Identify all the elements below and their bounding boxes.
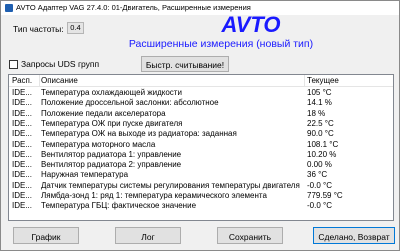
- frequency-type-label: Тип частоты:: [13, 24, 64, 34]
- table-row[interactable]: IDE... Вентилятор радиатора 1: управление…: [9, 150, 393, 160]
- measurements-window: AVTO Адаптер VAG 27.4.0: 01-Двигатель, Р…: [0, 0, 400, 251]
- frequency-type-value: 0.4: [67, 22, 84, 34]
- row-address: IDE...: [12, 149, 33, 159]
- table-row[interactable]: IDE... Наружная температура 36 °C: [9, 170, 393, 180]
- row-description: Вентилятор радиатора 1: управление: [41, 149, 182, 159]
- table-row[interactable]: IDE... Датчик температуры системы регулир…: [9, 181, 393, 191]
- row-description: Положение дроссельной заслонки: абсолютн…: [41, 98, 219, 108]
- done-return-button[interactable]: Сделано, Возврат: [313, 227, 395, 244]
- row-description: Температура ГБЦ: фактическое значение: [41, 201, 197, 211]
- row-value: 779.59 °C: [307, 191, 343, 200]
- app-title: AVTO: [221, 12, 281, 37]
- table-header: Расп. Описание Текущее: [9, 75, 393, 87]
- row-address: IDE...: [12, 139, 33, 149]
- row-description: Лямбда-зонд 1: ряд 1: температура керами…: [41, 191, 267, 200]
- column-header-addr[interactable]: Расп.: [12, 76, 32, 86]
- table-row[interactable]: IDE... Положение педали акселератора 18 %: [9, 109, 393, 119]
- table-row[interactable]: IDE... Температура ОЖ на выходе из радиат…: [9, 129, 393, 139]
- graph-button[interactable]: График: [13, 227, 79, 244]
- row-value: -0.0 °C: [307, 180, 332, 190]
- row-description: Температура ОЖ на выходе из радиатора: з…: [41, 129, 237, 139]
- column-divider[interactable]: [304, 75, 305, 87]
- column-divider[interactable]: [39, 75, 40, 87]
- row-address: IDE...: [12, 118, 33, 128]
- uds-requests-label[interactable]: Запросы UDS групп: [21, 59, 99, 70]
- row-address: IDE...: [12, 129, 33, 139]
- row-address: IDE...: [12, 88, 33, 97]
- measurements-table: Расп. Описание Текущее IDE... Температура…: [8, 74, 394, 221]
- row-description: Температура ОЖ при пуске двигателя: [41, 118, 183, 128]
- row-value: 10.20 %: [307, 149, 337, 159]
- row-value: 18 %: [307, 108, 326, 118]
- row-value: -0.0 °C: [307, 201, 332, 211]
- row-address: IDE...: [12, 98, 33, 108]
- row-description: Наружная температура: [41, 170, 129, 180]
- save-button[interactable]: Сохранить: [217, 227, 283, 244]
- row-value: 105 °C: [307, 88, 332, 97]
- app-icon: [5, 4, 13, 12]
- row-value: 0.00 %: [307, 160, 332, 170]
- column-header-description[interactable]: Описание: [41, 76, 78, 86]
- row-description: Температура моторного масла: [41, 139, 156, 149]
- column-header-value[interactable]: Текущее: [307, 76, 339, 86]
- table-row[interactable]: IDE... Лямбда-зонд 1: ряд 1: температура …: [9, 191, 393, 201]
- row-value: 14.1 %: [307, 98, 332, 108]
- log-button[interactable]: Лог: [115, 227, 181, 244]
- table-row[interactable]: IDE... Положение дроссельной заслонки: аб…: [9, 98, 393, 108]
- row-address: IDE...: [12, 180, 33, 190]
- table-row[interactable]: IDE... Вентилятор радиатора 2: управление…: [9, 160, 393, 170]
- row-address: IDE...: [12, 160, 33, 170]
- row-description: Датчик температуры системы регулирования…: [41, 180, 300, 190]
- row-value: 36 °C: [307, 170, 328, 180]
- uds-requests-checkbox[interactable]: [9, 60, 18, 69]
- row-address: IDE...: [12, 191, 33, 200]
- row-description: Температура охлаждающей жидкости: [41, 88, 182, 97]
- table-row[interactable]: IDE... Температура ОЖ при пуске двигателя…: [9, 119, 393, 129]
- table-row[interactable]: IDE... Температура моторного масла 108.1 °…: [9, 140, 393, 150]
- row-address: IDE...: [12, 108, 33, 118]
- page-subtitle: Расширенные измерения (новый тип): [128, 38, 314, 50]
- row-address: IDE...: [12, 170, 33, 180]
- row-value: 90.0 °C: [307, 129, 334, 139]
- row-address: IDE...: [12, 201, 33, 211]
- row-description: Вентилятор радиатора 2: управление: [41, 160, 182, 170]
- row-value: 22.5 °C: [307, 118, 334, 128]
- table-row[interactable]: IDE... Температура ГБЦ: фактическое значе…: [9, 201, 393, 211]
- row-value: 108.1 °C: [307, 139, 339, 149]
- table-row[interactable]: IDE... Температура охлаждающей жидкости 10…: [9, 88, 393, 98]
- row-description: Положение педали акселератора: [41, 108, 166, 118]
- fast-read-button[interactable]: Быстр. считывание!: [141, 56, 229, 72]
